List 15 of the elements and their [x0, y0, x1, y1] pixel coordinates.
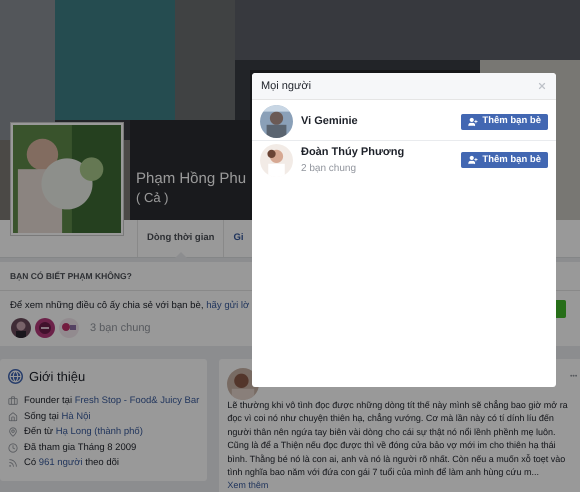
intro-text: Founder tại [24, 395, 72, 406]
mutual-friends[interactable]: 3 bạn chung [90, 320, 151, 336]
intro-text: Đã tham gia Tháng 8 2009 [24, 442, 136, 453]
intro-text: theo dõi [85, 457, 120, 468]
intro-link[interactable]: Hạ Long (thành phố) [56, 426, 143, 438]
intro-link[interactable]: Fresh Stop - Food& Juicy Bar [74, 395, 200, 406]
send-request-link[interactable]: hãy gửi lờ [206, 300, 250, 311]
intro-title: Giới thiệu [29, 368, 86, 386]
intro-text: Có [24, 457, 36, 468]
intro-link[interactable]: Hà Nội [62, 410, 91, 422]
intro-text: Đến từ [24, 426, 54, 438]
see-more-link[interactable]: Xem thêm [227, 480, 268, 490]
intro-text: Sống tại [24, 410, 59, 422]
intro-link[interactable]: 961 người [38, 457, 83, 468]
post-text: Lẽ thường khi vô tình đọc được những dòng tít thế này mình sẽ chẳng bao giờ mở ra đọc vì coi nó như chuyện thiên hạ, chẳng vướng. Cơ mà lần này có tí dính líu đến người thân nên ngứa tay biên vài dòng cho cái sự thật nó nổi lềnh phềnh mẹ luôn. Cũng là để a Thiện nếu đọc được thì về đóng cửa bảo vợ mới im cho thiên hạ thái bình. Thằng bé nó là con ai, anh và nó là người rõ nhất. Còn nếu a muốn xỗ toẹt vào tình nghĩa bao năm với đứa con gái 7 tuổi của mình để làm anh hùng cứu m... Xem thêm [227, 399, 569, 492]
